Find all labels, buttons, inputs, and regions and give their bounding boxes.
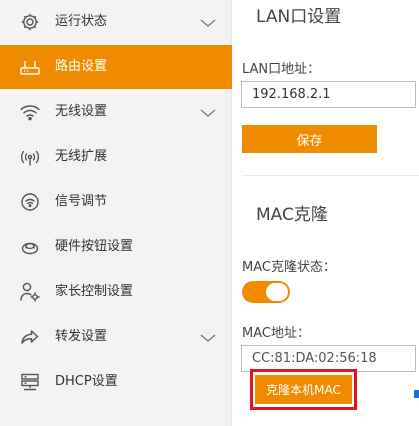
sidebar-item-dhcp-settings[interactable]: DHCP设置 bbox=[0, 360, 232, 404]
sidebar-item-signal-adjust[interactable]: 信号调节 bbox=[0, 180, 232, 224]
section-divider bbox=[242, 175, 419, 176]
sidebar-item-label: 家长控制设置 bbox=[55, 284, 134, 299]
forward-icon bbox=[19, 326, 41, 348]
chevron-down-icon bbox=[200, 105, 216, 119]
router-icon bbox=[19, 56, 41, 78]
sidebar-item-label: 运行状态 bbox=[55, 14, 108, 29]
sidebar-item-label: DHCP设置 bbox=[55, 374, 118, 389]
lan-settings-title: LAN口设置 bbox=[256, 7, 342, 27]
chevron-down-icon bbox=[200, 15, 216, 29]
toggle-knob bbox=[266, 283, 288, 301]
sidebar-item-wireless-settings[interactable]: 无线设置 bbox=[0, 90, 232, 134]
sidebar-item-label: 转发设置 bbox=[55, 329, 108, 344]
lan-address-input[interactable] bbox=[241, 81, 416, 108]
sidebar-item-label: 硬件按钮设置 bbox=[55, 239, 134, 254]
sidebar-item-parental-control[interactable]: 家长控制设置 bbox=[0, 270, 232, 314]
sidebar-item-wireless-extension[interactable]: 无线扩展 bbox=[0, 135, 232, 179]
broadcast-icon bbox=[19, 146, 41, 168]
mac-clone-title: MAC克隆 bbox=[256, 205, 328, 225]
sidebar-item-label: 无线扩展 bbox=[55, 149, 108, 164]
gear-icon bbox=[19, 11, 41, 33]
sidebar-item-hardware-button[interactable]: 硬件按钮设置 bbox=[0, 225, 232, 269]
scroll-edge-indicator bbox=[414, 390, 419, 398]
mac-clone-status-label: MAC克隆状态： bbox=[242, 260, 336, 275]
main-content: LAN口设置 LAN口地址： 保存 MAC克隆 MAC克隆状态： MAC地址： … bbox=[232, 0, 419, 426]
sidebar-item-label: 路由设置 bbox=[55, 59, 108, 74]
hardware-button-icon bbox=[19, 236, 41, 258]
lan-address-label: LAN口地址： bbox=[242, 62, 321, 77]
sidebar-item-label: 信号调节 bbox=[55, 194, 108, 209]
sidebar-item-run-status[interactable]: 运行状态 bbox=[0, 0, 232, 44]
sidebar-item-route-settings[interactable]: 路由设置 bbox=[0, 45, 232, 89]
save-button[interactable]: 保存 bbox=[242, 125, 377, 153]
sidebar: 运行状态 路由设置 无线设置 无线扩展 信号调节 硬件按钮设置 家长控制设置 转… bbox=[0, 0, 232, 426]
parent-control-icon bbox=[19, 281, 41, 303]
mac-address-label: MAC地址： bbox=[242, 326, 310, 341]
router-admin-page: 运行状态 路由设置 无线设置 无线扩展 信号调节 硬件按钮设置 家长控制设置 转… bbox=[0, 0, 419, 426]
signal-icon bbox=[19, 191, 41, 213]
mac-address-input[interactable] bbox=[241, 345, 416, 372]
clone-mac-button[interactable]: 克隆本机MAC bbox=[255, 375, 352, 404]
wifi-icon bbox=[19, 101, 41, 123]
server-icon bbox=[19, 371, 41, 393]
chevron-down-icon bbox=[200, 330, 216, 344]
sidebar-item-forward-settings[interactable]: 转发设置 bbox=[0, 315, 232, 359]
sidebar-item-label: 无线设置 bbox=[55, 104, 108, 119]
mac-clone-toggle[interactable] bbox=[242, 281, 290, 303]
